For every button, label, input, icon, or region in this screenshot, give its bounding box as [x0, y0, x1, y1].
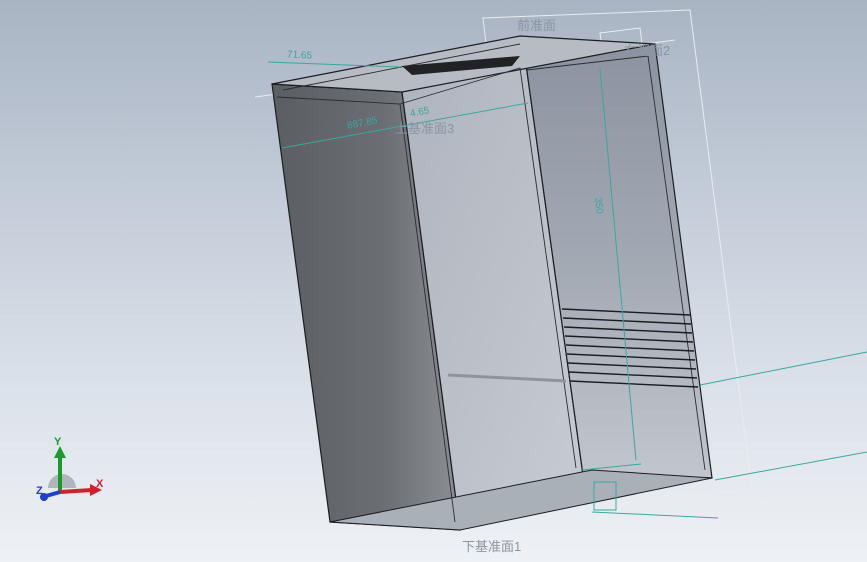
dimension-width-top[interactable]: 71.65 [287, 49, 313, 61]
front-plane-label[interactable]: 前准面 [517, 15, 556, 34]
right-plane-label[interactable]: 右视面2 [624, 40, 670, 59]
z-axis-label: Z [36, 485, 43, 497]
triad-graphic [40, 446, 102, 501]
view-orientation-triad[interactable]: Y X Z [34, 436, 114, 510]
top-plane-label[interactable]: 上基准面3 [395, 118, 454, 137]
model-scene[interactable] [0, 0, 867, 562]
dimension-height[interactable]: 350 [592, 197, 605, 215]
bottom-plane-label[interactable]: 下基准面1 [462, 536, 521, 555]
cad-viewport[interactable]: 前准面 右视面2 上基准面3 下基准面1 71.65 887.85 4.65 3… [0, 0, 867, 562]
y-axis-label: Y [54, 436, 62, 448]
x-axis-label: X [96, 478, 104, 490]
